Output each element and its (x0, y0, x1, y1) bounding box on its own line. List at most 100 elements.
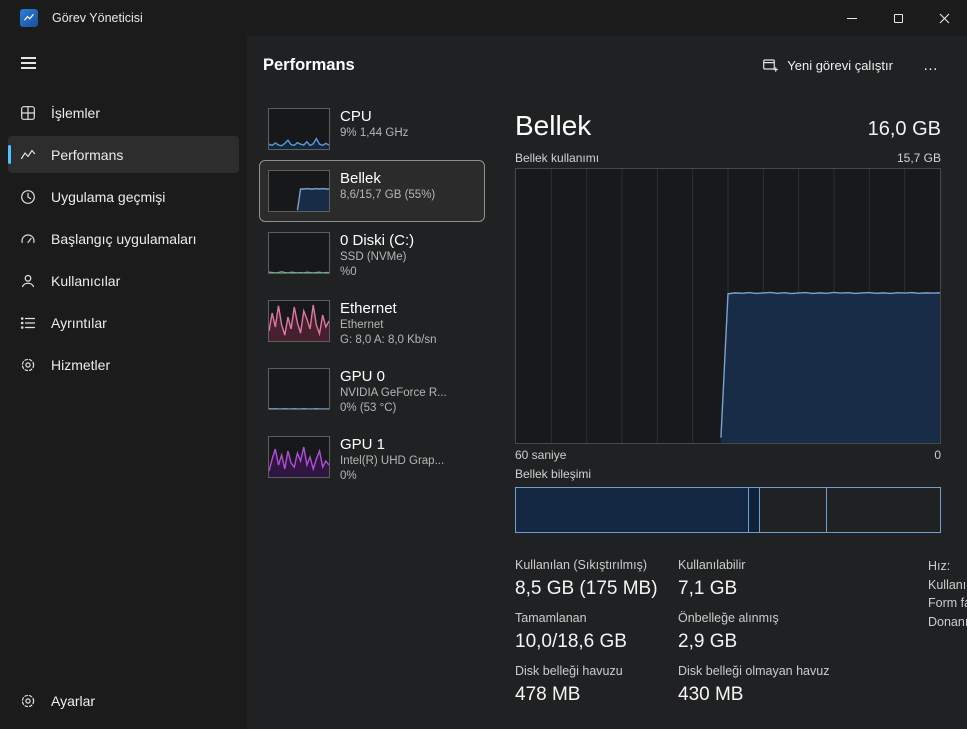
perf-item-detail: NVIDIA GeForce R... (340, 387, 447, 399)
memory-usage-label: Bellek kullanımı (515, 151, 600, 165)
sidebar-item-processes[interactable]: İşlemler (8, 94, 239, 131)
perf-item-name: GPU 1 (340, 436, 386, 453)
perf-item-memory[interactable]: Bellek 8,6/15,7 GB (55%) (259, 160, 485, 222)
memory-mini-graph (268, 170, 330, 212)
window-title: Görev Yöneticisi (52, 11, 143, 25)
cpu-mini-graph (268, 108, 330, 150)
disk-mini-graph (268, 232, 330, 274)
stat-in-use: Kullanılan (Sıkıştırılmış) 8,5 GB (175 M… (515, 558, 658, 599)
services-icon (20, 357, 36, 373)
sidebar-item-label: Ayarlar (51, 692, 96, 709)
caption-buttons (829, 0, 967, 36)
perf-item-gpu0[interactable]: GPU 0 NVIDIA GeForce R... 0% (53 °C) (259, 358, 485, 426)
perf-item-name: 0 Diski (C:) (340, 232, 415, 249)
perf-item-name: Bellek (340, 170, 381, 187)
performance-list: CPU 9% 1,44 GHz Bellek 8,6/15,7 GB (55%) (259, 94, 485, 729)
gpu1-mini-graph (268, 436, 330, 478)
stat-cached: Önbelleğe alınmış 2,9 GB (678, 611, 779, 652)
composition-segment-standby (758, 488, 826, 532)
header-actions: Yeni görevi çalıştır … (750, 50, 951, 80)
run-new-task-label: Yeni görevi çalıştır (787, 57, 893, 73)
sidebar-item-app-history[interactable]: Uygulama geçmişi (8, 178, 239, 215)
gear-icon (20, 693, 36, 709)
task-manager-window: Görev Yöneticisi İşlemler Performans Uyg… (0, 0, 967, 729)
main-pane: Performans Yeni görevi çalıştır … CPU 9%… (247, 36, 967, 729)
close-button[interactable] (921, 0, 967, 36)
sidebar-item-details[interactable]: Ayrıntılar (8, 304, 239, 341)
title-bar: Görev Yöneticisi (0, 0, 967, 36)
sidebar-item-users[interactable]: Kullanıcılar (8, 262, 239, 299)
sidebar-item-label: Hizmetler (51, 356, 111, 373)
hamburger-menu-button[interactable] (10, 46, 48, 80)
sidebar-item-label: Uygulama geçmişi (51, 188, 166, 205)
sidebar-item-settings[interactable]: Ayarlar (8, 682, 239, 719)
perf-item-detail: Ethernet (340, 319, 384, 331)
stat-available: Kullanılabilir 7,1 GB (678, 558, 746, 599)
minimize-button[interactable] (829, 0, 875, 36)
perf-item-cpu[interactable]: CPU 9% 1,44 GHz (259, 98, 485, 160)
perf-item-ethernet[interactable]: Ethernet Ethernet G: 8,0 A: 8,0 Kb/sn (259, 290, 485, 358)
total-memory-value: 16,0 GB (867, 118, 941, 140)
perf-item-detail: SSD (NVMe) (340, 251, 407, 263)
perf-item-gpu1[interactable]: GPU 1 Intel(R) UHD Grap... 0% (259, 426, 485, 494)
page-title: Performans (263, 55, 355, 74)
composition-segment-modified (748, 488, 759, 532)
sidebar-item-label: Ayrıntılar (51, 314, 107, 331)
app-icon (20, 9, 38, 27)
sidebar-item-services[interactable]: Hizmetler (8, 346, 239, 383)
perf-item-detail: 0% (53 °C) (340, 402, 397, 414)
page-header: Performans Yeni görevi çalıştır … (247, 36, 967, 94)
more-options-button[interactable]: … (911, 50, 951, 80)
memory-detail-pane: Bellek 16,0 GB Bellek kullanımı 15,7 GB … (485, 94, 967, 729)
perf-item-detail: 8,6/15,7 GB (55%) (340, 189, 436, 201)
maximize-button[interactable] (875, 0, 921, 36)
perf-item-name: GPU 0 (340, 368, 386, 385)
sidebar-item-startup-apps[interactable]: Başlangıç uygulamaları (8, 220, 239, 257)
maximize-icon (893, 13, 903, 23)
processes-icon (20, 105, 36, 121)
perf-item-detail: 9% 1,44 GHz (340, 127, 409, 139)
perf-item-detail: G: 8,0 A: 8,0 Kb/sn (340, 334, 437, 346)
x-axis-right-label: 0 (934, 448, 941, 462)
memory-usage-max: 15,7 GB (896, 151, 941, 165)
sidebar-item-label: İşlemler (51, 104, 101, 121)
sidebar-item-label: Performans (51, 146, 124, 163)
performance-icon (20, 147, 36, 163)
composition-segment-free (825, 488, 940, 532)
close-icon (939, 13, 949, 23)
perf-item-detail: %0 (340, 266, 357, 278)
sidebar: İşlemler Performans Uygulama geçmişi Baş… (0, 36, 247, 729)
run-new-task-button[interactable]: Yeni görevi çalıştır (750, 50, 905, 80)
ethernet-mini-graph (268, 300, 330, 342)
memory-hardware-stats: Hız: 5200 MT/s Kullanılan yuvalar: 2 / 2… (928, 557, 967, 716)
x-axis-left-label: 60 saniye (515, 448, 567, 462)
memory-composition-label: Bellek bileşimi (515, 467, 592, 481)
stat-speed-label: Hız: (928, 559, 951, 573)
new-task-icon (763, 59, 779, 72)
memory-composition-bar[interactable] (515, 487, 941, 533)
perf-item-disk[interactable]: 0 Diski (C:) SSD (NVMe) %0 (259, 222, 485, 290)
minimize-icon (847, 17, 857, 19)
stat-committed: Tamamlanan 10,0/18,6 GB (515, 611, 627, 652)
perf-item-name: Ethernet (340, 300, 397, 317)
composition-segment-in-use (516, 488, 749, 532)
sidebar-item-label: Kullanıcılar (51, 272, 121, 289)
perf-item-name: CPU (340, 108, 372, 125)
stat-slots-label: Kullanılan yuvalar: (928, 577, 967, 592)
gpu0-mini-graph (268, 368, 330, 410)
memory-stats: Kullanılan (Sıkıştırılmış) 8,5 GB (175 M… (515, 557, 967, 716)
detail-title: Bellek (515, 110, 592, 141)
sidebar-item-label: Başlangıç uygulamaları (51, 230, 197, 247)
app-history-icon (20, 189, 36, 205)
stat-non-paged-pool: Disk belleği olmayan havuz 430 MB (678, 664, 830, 705)
memory-usage-chart[interactable] (515, 168, 941, 444)
sidebar-item-performance[interactable]: Performans (8, 136, 239, 173)
startup-icon (20, 231, 36, 247)
perf-item-detail: 0% (340, 470, 357, 482)
details-icon (20, 315, 36, 331)
stat-form-factor-label: Form faktörü: (928, 596, 967, 610)
stat-hw-reserved-label: Donanıma ayrılmış: (928, 614, 967, 629)
perf-item-detail: Intel(R) UHD Grap... (340, 455, 445, 467)
stat-paged-pool: Disk belleği havuzu 478 MB (515, 664, 623, 705)
users-icon (20, 273, 36, 289)
